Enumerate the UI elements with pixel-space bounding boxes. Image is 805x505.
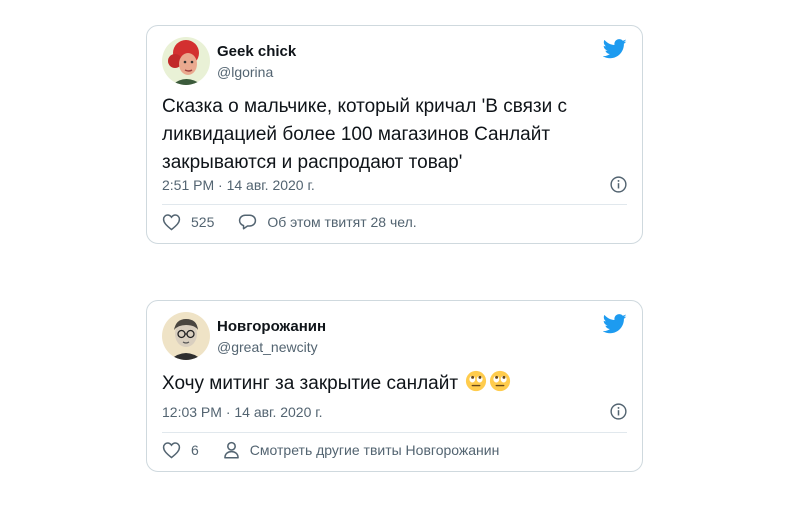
like-button[interactable]: 525 bbox=[162, 213, 214, 231]
tweet-card[interactable]: Geek chick @lgorina Сказка о мальчике, к… bbox=[146, 25, 643, 244]
info-icon[interactable] bbox=[610, 176, 627, 193]
view-profile-label: Смотреть другие твиты Новгорожанин bbox=[249, 442, 500, 458]
speech-bubble-icon bbox=[239, 214, 257, 230]
tweet-text-line: Сказка о мальчике, который кричал 'В свя… bbox=[162, 96, 567, 117]
view-profile-link[interactable]: Смотреть другие твиты Новгорожанин bbox=[223, 441, 500, 459]
like-count: 6 bbox=[191, 442, 199, 458]
tweet-text-line: закрываются и распродают товар' bbox=[162, 152, 463, 173]
tweet-text: Сказка о мальчике, который кричал 'В свя… bbox=[162, 93, 567, 177]
reply-count-link[interactable]: Об этом твитят 28 чел. bbox=[238, 213, 417, 231]
twitter-bird-icon[interactable] bbox=[603, 314, 627, 334]
rolling-eyes-emoji bbox=[490, 370, 511, 392]
twitter-bird-icon[interactable] bbox=[603, 39, 627, 59]
avatar[interactable] bbox=[162, 312, 210, 360]
tweet-card[interactable]: Новгорожанин @great_newcity Хочу митинг … bbox=[146, 300, 643, 472]
divider bbox=[162, 432, 627, 433]
display-name[interactable]: Новгорожанин bbox=[217, 318, 326, 335]
tweet-text-content: Хочу митинг за закрытие санлайт bbox=[162, 373, 459, 394]
tweet-timestamp[interactable]: 12:03 PM · 14 авг. 2020 г. bbox=[162, 404, 323, 420]
reply-count-label: Об этом твитят 28 чел. bbox=[267, 214, 417, 230]
like-button[interactable]: 6 bbox=[162, 441, 199, 459]
info-icon[interactable] bbox=[610, 403, 627, 420]
tweet-timestamp[interactable]: 2:51 PM · 14 авг. 2020 г. bbox=[162, 177, 315, 193]
like-count: 525 bbox=[191, 214, 215, 230]
tweet-actions: 6 Смотреть другие твиты Новгорожанин bbox=[162, 441, 499, 459]
avatar[interactable] bbox=[162, 37, 210, 85]
user-handle[interactable]: @lgorina bbox=[217, 64, 273, 80]
heart-icon bbox=[162, 442, 181, 459]
tweet-text: Хочу митинг за закрытие санлайт bbox=[162, 370, 511, 398]
person-icon bbox=[223, 441, 239, 459]
user-handle[interactable]: @great_newcity bbox=[217, 339, 318, 355]
rolling-eyes-emoji bbox=[466, 370, 487, 392]
tweet-text-line: ликвидацией более 100 магазинов Санлайт bbox=[162, 124, 551, 145]
heart-icon bbox=[162, 214, 181, 231]
display-name[interactable]: Geek chick bbox=[217, 43, 296, 60]
divider bbox=[162, 204, 627, 205]
tweet-actions: 525 Об этом твитят 28 чел. bbox=[162, 213, 417, 231]
